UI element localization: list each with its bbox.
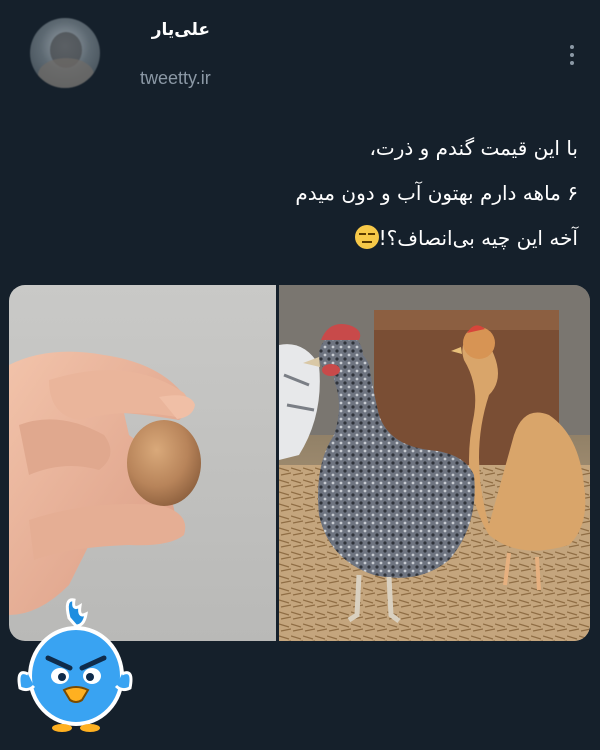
tweet-text: با این قیمت گندم و ذرت، ۶ ماهه دارم بهتو…	[38, 126, 578, 261]
tweet-card: علی‌یار tweetty.ir با این قیمت گندم و ذر…	[0, 0, 600, 750]
avatar[interactable]	[30, 18, 100, 88]
tweet-line-3: آخه این چیه بی‌انصاف؟!	[378, 226, 578, 250]
hand-holding-egg-photo[interactable]	[9, 285, 276, 641]
two-hens-photo[interactable]	[279, 285, 590, 641]
egg-illustration	[9, 351, 201, 615]
display-name[interactable]: علی‌یار	[140, 20, 210, 40]
tweet-line-1: با این قیمت گندم و ذرت،	[369, 136, 578, 160]
tweet-media	[9, 285, 590, 641]
hens-illustration	[279, 285, 590, 641]
more-options-icon[interactable]	[562, 40, 582, 70]
angry-bird-mascot-sticker	[17, 598, 133, 732]
expressionless-face-icon	[354, 225, 379, 249]
handle[interactable]: tweetty.ir	[140, 68, 211, 89]
tweet-line-2: ۶ ماهه دارم بهتون آب و دون میدم	[295, 181, 578, 205]
tweet-line-3-wrap: آخه این چیه بی‌انصاف؟!	[38, 216, 578, 261]
